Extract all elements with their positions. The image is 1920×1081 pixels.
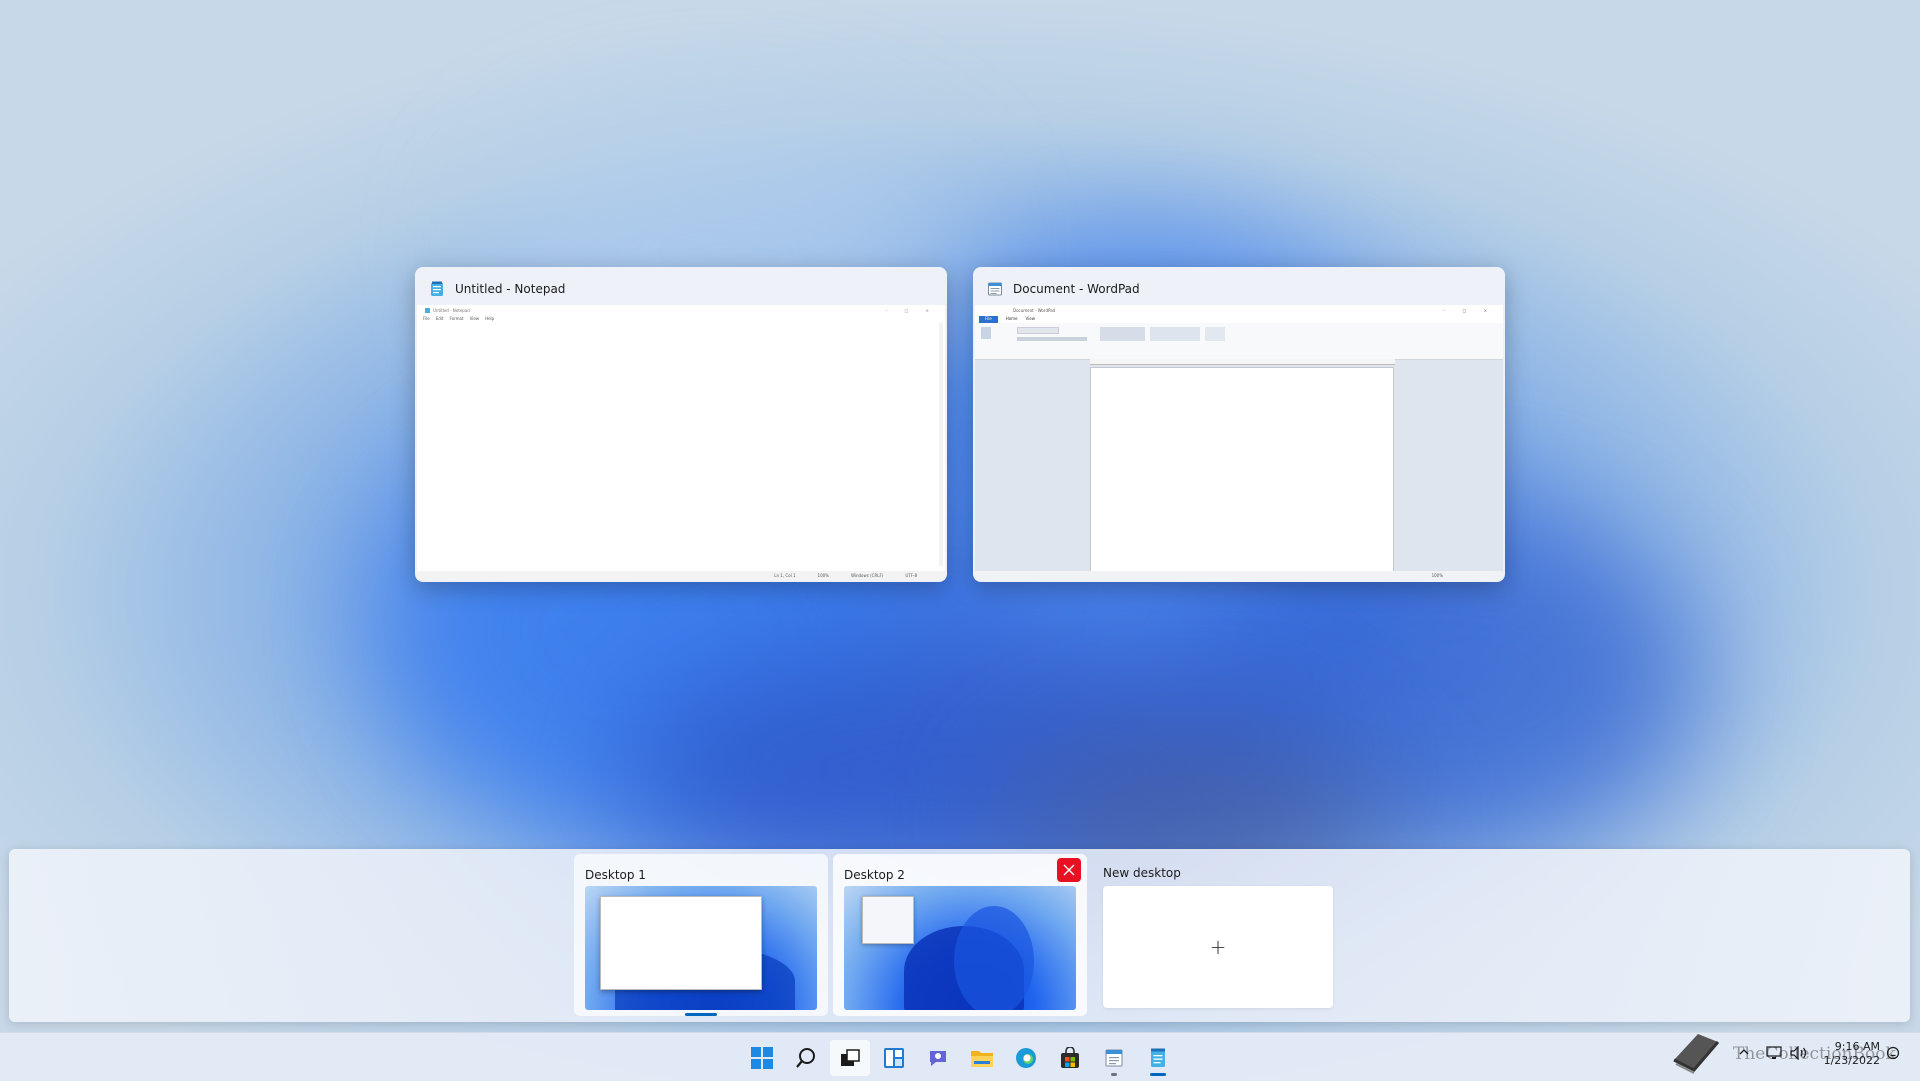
desktop-1-thumbnail[interactable] bbox=[585, 886, 817, 1010]
mini-status-item: 100% bbox=[817, 573, 829, 578]
mini-tab-file: File bbox=[979, 316, 998, 323]
network-icon bbox=[1766, 1046, 1782, 1059]
mini-title-text: Document - WordPad bbox=[1013, 308, 1056, 313]
notification-icon bbox=[1886, 1046, 1900, 1060]
wordpad-icon bbox=[1105, 1049, 1123, 1067]
clock[interactable]: 9:16 AM 1/23/2022 bbox=[1816, 1040, 1880, 1068]
mini-status-item: UTF-8 bbox=[905, 573, 917, 578]
mini-menu-item: File bbox=[423, 316, 430, 321]
desktop-1-label: Desktop 1 bbox=[585, 868, 646, 882]
close-desktop-button[interactable] bbox=[1057, 858, 1081, 882]
mini-scrollbar bbox=[939, 323, 943, 566]
mini-window-controls: – □ × bbox=[885, 308, 937, 313]
plus-icon: + bbox=[1209, 935, 1227, 959]
wordpad-window-title: Document - WordPad bbox=[987, 277, 1140, 301]
mini-status-bar: 100% bbox=[975, 571, 1503, 580]
notepad-active-indicator bbox=[1150, 1073, 1166, 1076]
task-view-button[interactable] bbox=[830, 1040, 870, 1076]
mini-document-page bbox=[1090, 367, 1394, 580]
new-desktop-label: New desktop bbox=[1103, 866, 1181, 880]
mini-status-item: Ln 1, Col 1 bbox=[774, 573, 796, 578]
mini-menu-item: Format bbox=[449, 316, 464, 321]
notepad-taskbar-button[interactable] bbox=[1138, 1040, 1178, 1076]
search-button[interactable] bbox=[786, 1040, 826, 1076]
mini-titlebar: Document - WordPad – □ × bbox=[975, 305, 1503, 316]
widgets-button[interactable] bbox=[874, 1040, 914, 1076]
search-icon bbox=[796, 1048, 815, 1068]
desktop-2-thumbnail[interactable] bbox=[844, 886, 1076, 1010]
mini-ruler bbox=[1090, 359, 1395, 365]
clock-date: 1/23/2022 bbox=[1823, 1054, 1880, 1067]
mini-window-controls: – □ × bbox=[1443, 308, 1495, 313]
window-title-text: Document - WordPad bbox=[1013, 282, 1140, 296]
task-view-icon bbox=[841, 1049, 860, 1066]
new-desktop-button[interactable]: + bbox=[1103, 886, 1333, 1008]
mini-status-item: Windows (CRLF) bbox=[850, 573, 884, 578]
wordpad-icon bbox=[987, 281, 1003, 297]
edge-button[interactable] bbox=[1006, 1040, 1046, 1076]
show-hidden-icons-button[interactable] bbox=[1738, 1046, 1750, 1061]
mini-ribbon bbox=[975, 323, 1503, 360]
mini-titlebar: Untitled - Notepad – □ × bbox=[417, 305, 945, 316]
mini-menu-bar: File Edit Format View Help bbox=[417, 316, 945, 324]
start-button[interactable] bbox=[742, 1040, 782, 1076]
wordpad-window-thumbnail[interactable]: Document - WordPad Document - WordPad – … bbox=[973, 267, 1505, 582]
mini-menu-item: View bbox=[469, 316, 480, 321]
mini-tab-home: Home bbox=[1005, 316, 1018, 321]
wordpad-running-indicator bbox=[1111, 1073, 1117, 1076]
mini-zoom-value: 100% bbox=[1431, 573, 1443, 578]
wordpad-taskbar-button[interactable] bbox=[1094, 1040, 1134, 1076]
clock-time: 9:16 AM bbox=[1834, 1040, 1880, 1053]
mini-app-icon bbox=[425, 308, 430, 313]
notepad-icon bbox=[1151, 1048, 1165, 1067]
mini-status-bar: Ln 1, Col 1 100% Windows (CRLF) UTF-8 bbox=[417, 571, 945, 580]
notepad-icon bbox=[429, 281, 445, 297]
edge-icon bbox=[1016, 1048, 1036, 1068]
chat-button[interactable] bbox=[918, 1040, 958, 1076]
start-icon bbox=[751, 1047, 773, 1069]
mini-menu-item: Help bbox=[485, 316, 495, 321]
close-icon bbox=[1063, 864, 1075, 876]
volume-icon bbox=[1790, 1045, 1807, 1061]
new-desktop-card[interactable]: New desktop + bbox=[1092, 854, 1346, 1016]
file-explorer-button[interactable] bbox=[962, 1040, 1002, 1076]
network-button[interactable] bbox=[1766, 1046, 1782, 1063]
chat-icon bbox=[930, 1051, 946, 1066]
window-title-text: Untitled - Notepad bbox=[455, 282, 566, 296]
notepad-window-title: Untitled - Notepad bbox=[429, 277, 565, 301]
watermark-logo bbox=[1668, 1030, 1724, 1076]
desktop-2-card[interactable]: Desktop 2 bbox=[833, 854, 1087, 1016]
book-icon bbox=[1673, 1034, 1720, 1074]
notepad-window-thumbnail[interactable]: Untitled - Notepad Untitled - Notepad – … bbox=[415, 267, 947, 582]
mini-tab-view: View bbox=[1025, 316, 1036, 321]
file-explorer-icon bbox=[971, 1051, 993, 1067]
mini-notepad-window bbox=[600, 896, 762, 990]
mini-winver-window bbox=[862, 896, 914, 944]
store-icon bbox=[1061, 1047, 1079, 1068]
wordpad-preview: Document - WordPad – □ × File Home View … bbox=[975, 305, 1503, 580]
volume-button[interactable] bbox=[1790, 1045, 1808, 1063]
chevron-up-icon bbox=[1739, 1049, 1749, 1055]
widgets-icon bbox=[884, 1048, 904, 1068]
mini-ribbon-tabs: File Home View bbox=[975, 316, 1503, 323]
desktop-1-card[interactable]: Desktop 1 bbox=[574, 854, 828, 1016]
taskbar bbox=[0, 1032, 1920, 1081]
notepad-preview: Untitled - Notepad – □ × File Edit Forma… bbox=[417, 305, 945, 580]
store-button[interactable] bbox=[1050, 1040, 1090, 1076]
mini-menu-item: Edit bbox=[435, 316, 444, 321]
desktop-2-label: Desktop 2 bbox=[844, 868, 905, 882]
current-desktop-indicator bbox=[685, 1013, 717, 1016]
notifications-button[interactable] bbox=[1886, 1046, 1900, 1063]
mini-title-text: Untitled - Notepad bbox=[433, 308, 470, 313]
